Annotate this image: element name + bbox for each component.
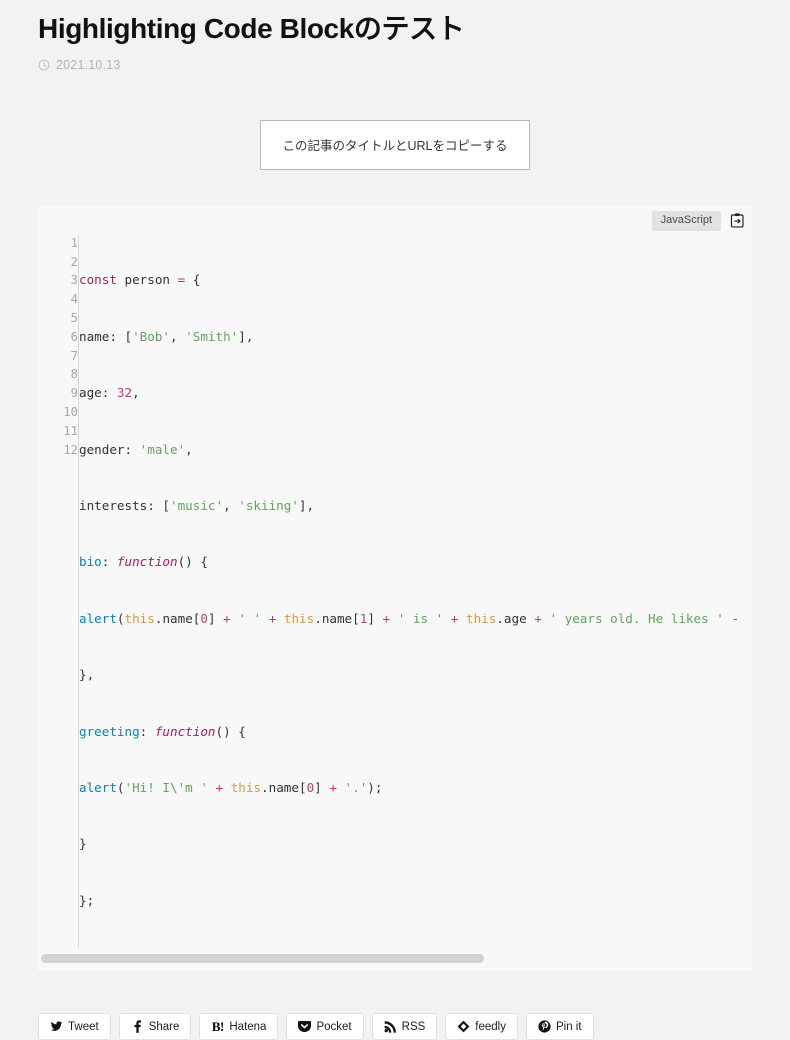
share-button-label: Pin it bbox=[555, 1020, 582, 1033]
line-number: 10 bbox=[63, 404, 78, 419]
line-number: 6 bbox=[70, 329, 78, 344]
share-buttons-row: Tweet Share B! Hatena Pocket RSS feedly … bbox=[38, 1013, 790, 1040]
clipboard-copy-icon[interactable] bbox=[729, 212, 746, 229]
code-line: bio: function() { bbox=[79, 554, 208, 570]
share-button-label: feedly bbox=[475, 1020, 506, 1033]
twitter-icon bbox=[50, 1020, 63, 1033]
code-gutter: 1 2 3 4 5 6 7 8 9 10 11 12 bbox=[38, 233, 79, 949]
share-button-facebook[interactable]: Share bbox=[118, 1013, 192, 1040]
code-line: gender: 'male', bbox=[79, 441, 193, 457]
code-block-bottom-padding bbox=[38, 963, 752, 971]
line-number: 12 bbox=[63, 442, 78, 457]
code-line: interests: ['music', 'skiing'], bbox=[79, 497, 315, 513]
share-button-hatena[interactable]: B! Hatena bbox=[199, 1013, 279, 1040]
share-button-tweet[interactable]: Tweet bbox=[38, 1013, 111, 1040]
code-line: }; bbox=[79, 892, 95, 908]
share-button-rss[interactable]: RSS bbox=[371, 1013, 438, 1040]
line-number: 7 bbox=[70, 348, 78, 363]
code-line: }, bbox=[79, 667, 95, 683]
code-block: JavaScript 1 2 3 4 5 6 7 8 9 10 11 12 co… bbox=[38, 205, 753, 972]
line-number: 9 bbox=[70, 386, 78, 401]
share-button-label: Hatena bbox=[229, 1020, 267, 1033]
publish-date: 2021.10.13 bbox=[56, 57, 121, 72]
share-button-pinterest[interactable]: Pin it bbox=[525, 1013, 594, 1040]
code-language-badge: JavaScript bbox=[651, 210, 721, 231]
article-header: Highlighting Code Blockのテスト 2021.10.13 bbox=[0, 0, 790, 72]
hatena-icon: B! bbox=[211, 1018, 225, 1034]
code-line: alert('Hi! I\'m ' + this.name[0] + '.'); bbox=[79, 779, 383, 795]
line-number: 11 bbox=[63, 423, 78, 438]
code-block-toolbar: JavaScript bbox=[651, 210, 746, 231]
share-button-label: Tweet bbox=[68, 1020, 99, 1033]
share-button-label: Share bbox=[148, 1020, 180, 1033]
share-button-label: RSS bbox=[401, 1020, 426, 1033]
pinterest-icon bbox=[538, 1020, 551, 1033]
share-button-feedly[interactable]: feedly bbox=[445, 1013, 518, 1040]
code-line: alert(this.name[0] + ' ' + this.name[1] … bbox=[79, 610, 740, 626]
rss-icon bbox=[384, 1020, 397, 1033]
scrollbar-thumb[interactable] bbox=[41, 954, 484, 964]
code-horizontal-scrollbar[interactable] bbox=[38, 954, 752, 964]
code-line: name: ['Bob', 'Smith'], bbox=[79, 328, 254, 344]
line-number: 2 bbox=[70, 254, 78, 269]
code-line: const person = { bbox=[79, 272, 201, 288]
code-table: 1 2 3 4 5 6 7 8 9 10 11 12 const person … bbox=[38, 233, 753, 949]
code-line: greeting: function() { bbox=[79, 723, 246, 739]
page-title: Highlighting Code Blockのテスト bbox=[38, 13, 465, 44]
share-button-pocket[interactable]: Pocket bbox=[286, 1013, 364, 1040]
code-line: } bbox=[79, 836, 87, 852]
code-line: age: 32, bbox=[79, 385, 140, 401]
line-number: 4 bbox=[70, 292, 78, 307]
line-number: 1 bbox=[70, 235, 78, 250]
copy-title-url-section: この記事のタイトルとURLをコピーする bbox=[0, 119, 790, 170]
article-meta: 2021.10.13 bbox=[38, 58, 752, 72]
code-scroll-area[interactable]: 1 2 3 4 5 6 7 8 9 10 11 12 const person … bbox=[38, 212, 753, 949]
line-number: 5 bbox=[70, 310, 78, 325]
pocket-icon bbox=[298, 1020, 312, 1033]
copy-title-url-button[interactable]: この記事のタイトルとURLをコピーする bbox=[260, 119, 530, 170]
share-button-label: Pocket bbox=[316, 1020, 352, 1033]
feedly-icon bbox=[457, 1020, 470, 1033]
line-number: 3 bbox=[70, 273, 78, 288]
facebook-icon bbox=[131, 1020, 144, 1033]
code-content[interactable]: const person = { name: ['Bob', 'Smith'],… bbox=[79, 234, 753, 948]
clock-icon bbox=[38, 59, 50, 71]
line-number: 8 bbox=[70, 367, 78, 382]
